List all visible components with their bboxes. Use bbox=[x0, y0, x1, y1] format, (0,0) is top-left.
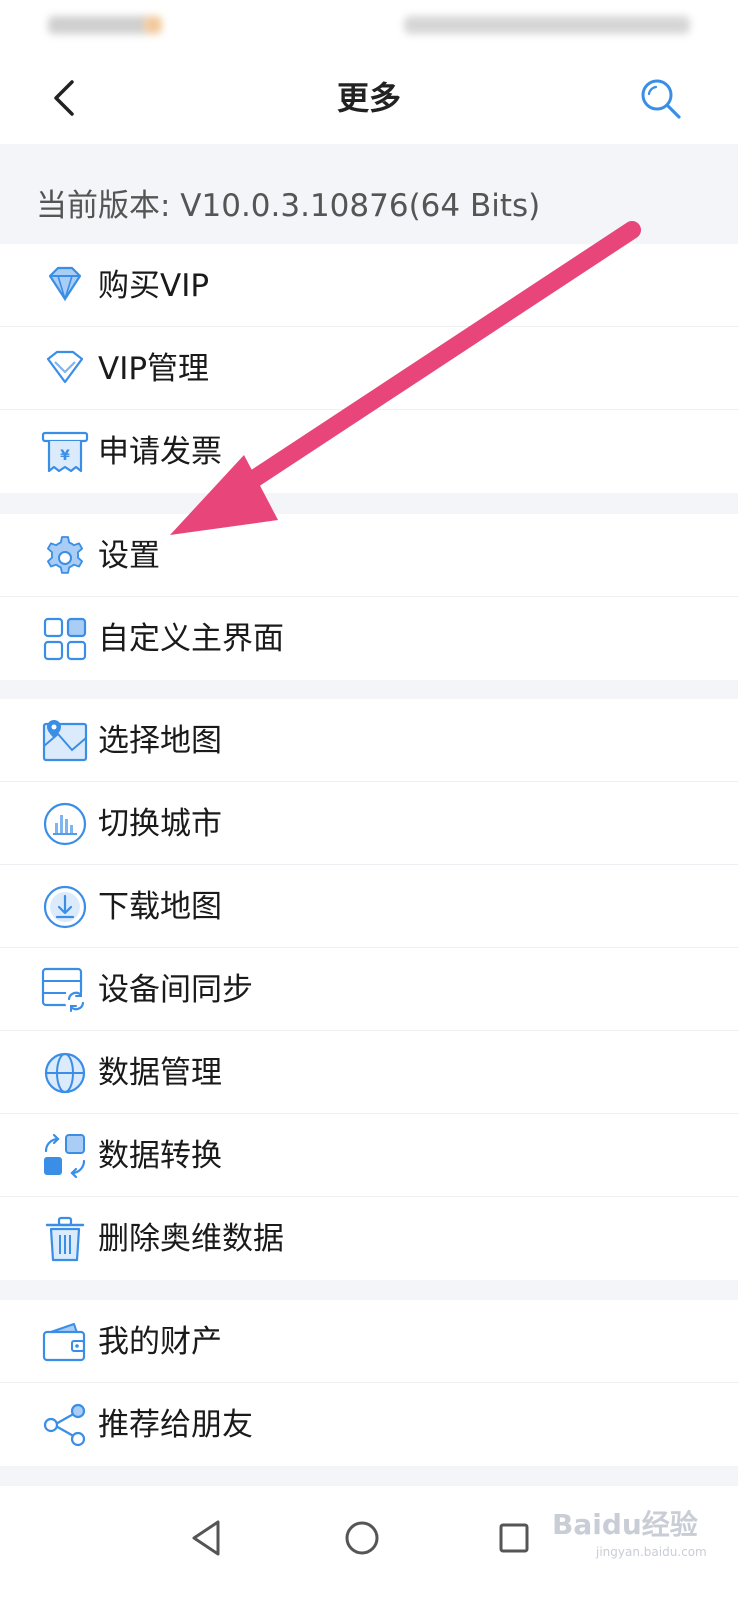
status-bar bbox=[0, 0, 738, 54]
grid-icon bbox=[43, 617, 87, 661]
wallet-icon bbox=[42, 1323, 86, 1362]
menu-item-vip-manage[interactable]: VIP管理 bbox=[0, 327, 738, 410]
menu-item-buy-vip[interactable]: 购买VIP bbox=[0, 244, 738, 327]
diamond-icon bbox=[48, 266, 82, 302]
menu-item-label: 选择地图 bbox=[98, 723, 222, 759]
version-text: 当前版本: V10.0.3.10876(64 Bits) bbox=[36, 188, 541, 224]
menu-item-label: 自定义主界面 bbox=[98, 621, 284, 657]
menu-item-label: 设置 bbox=[98, 538, 160, 574]
search-icon bbox=[641, 79, 681, 119]
menu-item-label: 我的财产 bbox=[98, 1324, 222, 1360]
gear-icon bbox=[47, 536, 83, 574]
settings-group: 设置 自定义主界面 bbox=[0, 514, 738, 680]
menu-item-label: 申请发票 bbox=[98, 434, 222, 470]
status-right-blur bbox=[404, 16, 690, 34]
sync-icon bbox=[41, 967, 87, 1012]
menu-item-recommend[interactable]: 推荐给朋友 bbox=[0, 1383, 738, 1466]
diamond-outline-icon bbox=[46, 350, 84, 384]
trash-icon bbox=[45, 1216, 85, 1262]
city-icon bbox=[43, 802, 87, 846]
menu-item-data-convert[interactable]: 数据转换 bbox=[0, 1114, 738, 1197]
asset-group: 我的财产 推荐给朋友 bbox=[0, 1300, 738, 1466]
status-left-blur-accent bbox=[144, 16, 162, 34]
menu-item-switch-city[interactable]: 切换城市 bbox=[0, 782, 738, 865]
nav-home-button[interactable] bbox=[332, 1508, 392, 1568]
menu-item-label: 下载地图 bbox=[98, 889, 222, 925]
menu-item-label: 数据管理 bbox=[98, 1055, 222, 1091]
search-button[interactable] bbox=[636, 74, 686, 124]
menu-item-my-assets[interactable]: 我的财产 bbox=[0, 1300, 738, 1383]
square-recents-icon bbox=[499, 1523, 529, 1553]
menu-item-label: 切换城市 bbox=[98, 806, 222, 842]
baidu-watermark: Baidu经验 bbox=[552, 1508, 698, 1541]
nav-recents-button[interactable] bbox=[484, 1508, 544, 1568]
page-title: 更多 bbox=[336, 79, 401, 117]
share-icon bbox=[43, 1403, 86, 1447]
status-left-blur bbox=[48, 16, 148, 34]
menu-item-download-map[interactable]: 下载地图 bbox=[0, 865, 738, 948]
vip-group: 购买VIP VIP管理 ¥ 申请发票 bbox=[0, 244, 738, 493]
map-group: 选择地图 切换城市 下载地图 设备间同步 数据管理 数据转换 删除奥维数据 bbox=[0, 699, 738, 1280]
triangle-back-icon bbox=[192, 1520, 220, 1556]
download-icon bbox=[43, 885, 87, 929]
nav-back-button[interactable] bbox=[180, 1508, 240, 1568]
map-icon bbox=[42, 720, 88, 762]
svg-text:¥: ¥ bbox=[60, 448, 70, 464]
menu-item-delete-data[interactable]: 删除奥维数据 bbox=[0, 1197, 738, 1280]
circle-home-icon bbox=[345, 1521, 379, 1555]
menu-item-customize-home[interactable]: 自定义主界面 bbox=[0, 597, 738, 680]
menu-item-label: 推荐给朋友 bbox=[98, 1407, 253, 1443]
menu-item-label: 购买VIP bbox=[98, 268, 210, 304]
menu-item-device-sync[interactable]: 设备间同步 bbox=[0, 948, 738, 1031]
baidu-watermark-url: jingyan.baidu.com bbox=[596, 1545, 707, 1559]
menu-item-invoice[interactable]: ¥ 申请发票 bbox=[0, 410, 738, 493]
menu-item-settings[interactable]: 设置 bbox=[0, 514, 738, 597]
convert-icon bbox=[44, 1133, 86, 1179]
menu-item-data-manage[interactable]: 数据管理 bbox=[0, 1031, 738, 1114]
invoice-icon: ¥ bbox=[41, 431, 89, 473]
header: 更多 bbox=[0, 54, 738, 144]
menu-item-label: 删除奥维数据 bbox=[98, 1221, 284, 1257]
menu-item-select-map[interactable]: 选择地图 bbox=[0, 699, 738, 782]
menu-item-label: VIP管理 bbox=[98, 351, 210, 387]
globe-icon bbox=[44, 1052, 86, 1094]
menu-item-label: 数据转换 bbox=[98, 1138, 222, 1174]
menu-item-label: 设备间同步 bbox=[98, 972, 253, 1008]
